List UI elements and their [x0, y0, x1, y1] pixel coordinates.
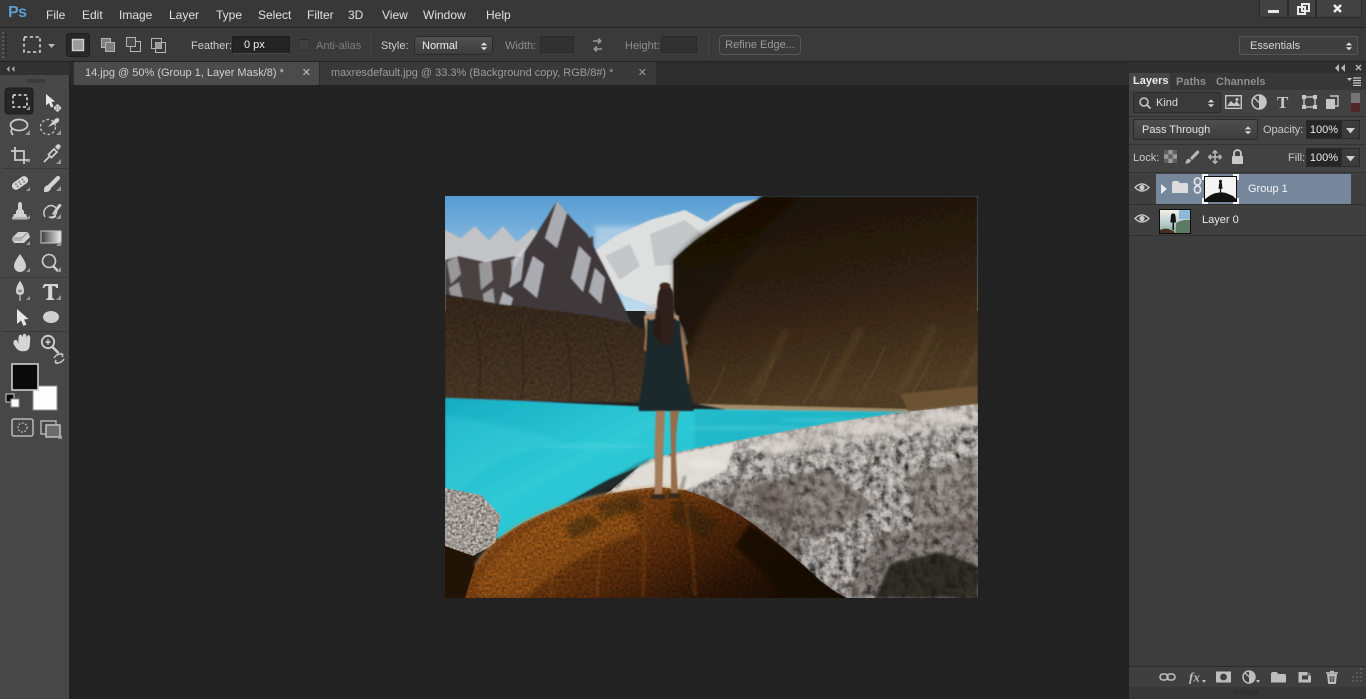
svg-text:fx: fx	[1189, 670, 1200, 684]
svg-text:T: T	[1277, 94, 1289, 111]
